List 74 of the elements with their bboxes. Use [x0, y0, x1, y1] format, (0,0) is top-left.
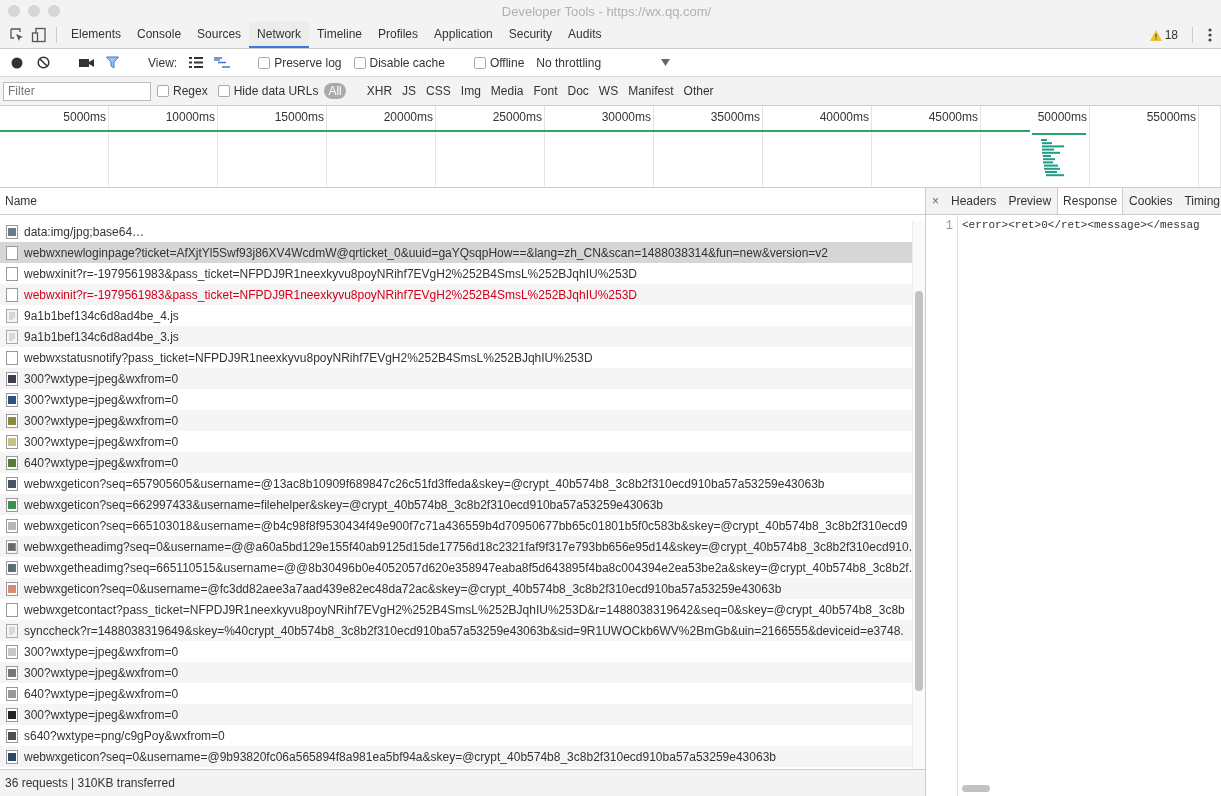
- checkbox[interactable]: Hide data URLs: [213, 84, 323, 98]
- panel-tab[interactable]: Sources: [189, 22, 250, 48]
- request-row[interactable]: webwxgeticon?seq=662997433&username=filehelper&skey=@crypt_40b574b8_3c8b2f310ecd910ba57a53259e43063b: [0, 494, 912, 515]
- type-filter[interactable]: Img: [456, 83, 485, 99]
- checkbox[interactable]: Preserve log: [254, 55, 346, 70]
- detail-tab[interactable]: Timing: [1178, 188, 1221, 214]
- panel-tab[interactable]: Audits: [560, 22, 610, 48]
- filter-field[interactable]: Filter: [3, 81, 151, 101]
- time-tick: 55000ms: [1146, 110, 1196, 124]
- document-icon: [6, 602, 18, 617]
- detail-tab[interactable]: Cookies: [1123, 188, 1179, 214]
- type-filter[interactable]: Manifest: [624, 83, 678, 99]
- panel-tab[interactable]: Profiles: [370, 22, 427, 48]
- request-row[interactable]: webwxnewloginpage?ticket=AfXjtYl5Swf93j86XV4WcdmW@qrticket_0&uuid=gaYQsqpHow==&lang=zh_CN&scan=1488038314&fun=new&version=v2: [0, 242, 912, 263]
- panel-tab[interactable]: Timeline: [309, 22, 370, 48]
- throttling-dropdown[interactable]: No throttling: [532, 55, 675, 70]
- script-file-icon: [6, 623, 18, 638]
- type-filter[interactable]: Other: [679, 83, 718, 99]
- warning-icon[interactable]: [1149, 29, 1162, 41]
- panel-tab[interactable]: Application: [426, 22, 501, 48]
- document-icon: [6, 350, 18, 365]
- time-tick: 20000ms: [383, 110, 433, 124]
- panel-tab[interactable]: Console: [129, 22, 190, 48]
- type-filter[interactable]: WS: [594, 83, 623, 99]
- request-row[interactable]: 300?wxtype=jpeg&wxfrom=0: [0, 704, 912, 725]
- document-icon: [6, 245, 18, 260]
- time-tick: 30000ms: [601, 110, 651, 124]
- panel-tab[interactable]: Security: [500, 22, 561, 48]
- time-tick: 35000ms: [710, 110, 760, 124]
- type-filter[interactable]: Media: [486, 83, 528, 99]
- checkbox[interactable]: Disable cache: [349, 55, 449, 70]
- time-tick: 40000ms: [819, 110, 869, 124]
- scrollbar[interactable]: [912, 221, 925, 769]
- close-icon[interactable]: ×: [926, 188, 945, 214]
- detail-tab[interactable]: Headers: [945, 188, 1003, 214]
- request-row[interactable]: synccheck?r=1488038319649&skey=%40crypt_40b574b8_3c8b2f310ecd910ba57a53259e43063b&sid=9R1UWOCkb6WV%2BmGb&uin=2166555&deviceid=e3748.: [0, 620, 912, 641]
- time-tick: 15000ms: [274, 110, 324, 124]
- type-filter[interactable]: XHR: [362, 83, 397, 99]
- request-row[interactable]: webwxinit?r=-1979561983&pass_ticket=NFPDJ9R1neexkyvu8poyNRihf7EVgH2%252B4SmsL%252BJqhIU%253D: [0, 284, 912, 305]
- time-tick: 5000ms: [63, 110, 106, 124]
- warning-count[interactable]: 18: [1164, 28, 1178, 42]
- request-row[interactable]: 300?wxtype=jpeg&wxfrom=0: [0, 662, 912, 683]
- checkbox[interactable]: Offline: [469, 55, 529, 70]
- type-filter[interactable]: Font: [529, 83, 562, 99]
- time-tick: 45000ms: [928, 110, 978, 124]
- view-label: View:: [147, 55, 179, 70]
- request-row[interactable]: 300?wxtype=jpeg&wxfrom=0: [0, 368, 912, 389]
- time-tick: 50000ms: [1037, 110, 1087, 124]
- panel-tab[interactable]: Elements: [63, 22, 130, 48]
- document-icon: [6, 266, 18, 281]
- request-row[interactable]: 640?wxtype=jpeg&wxfrom=0: [0, 452, 912, 473]
- request-row[interactable]: 300?wxtype=jpeg&wxfrom=0: [0, 410, 912, 431]
- document-icon: [6, 287, 18, 302]
- type-filter[interactable]: CSS: [422, 83, 455, 99]
- scrollbar[interactable]: [962, 785, 990, 792]
- checkbox[interactable]: Regex: [153, 84, 212, 98]
- time-tick: 25000ms: [492, 110, 542, 124]
- request-row[interactable]: 9a1b1bef134c6d8ad4be_3.js: [0, 326, 912, 347]
- request-row[interactable]: webwxgetheadimg?seq=0&username=@@a60a5bd129e155f40ab9125d15de17756d18c2321faf9f317e793bb656e95d14&skey=@crypt_40b574b8_3c8b2f310ecd910.: [0, 536, 912, 557]
- detail-tab[interactable]: Response: [1057, 188, 1124, 214]
- type-filter[interactable]: Doc: [563, 83, 593, 99]
- panel-tab[interactable]: Network: [249, 22, 310, 48]
- request-row[interactable]: webwxgeticon?seq=0&username=@9b93820fc06a565894f8a981ea5bf94a&skey=@crypt_40b574b8_3c8b2f310ecd910ba57a53259e43063b: [0, 746, 912, 767]
- type-filter[interactable]: JS: [398, 83, 421, 99]
- script-file-icon: [6, 308, 18, 323]
- line-number: 1: [944, 219, 954, 235]
- script-file-icon: [6, 329, 18, 344]
- window-title: Developer Tools - https://wx.qq.com/: [501, 3, 712, 19]
- time-tick: 10000ms: [165, 110, 215, 124]
- caret-icon[interactable]: [661, 59, 671, 66]
- status-bar: 36 requests | 310KB transferred: [0, 769, 925, 796]
- code-line: <error><ret>0</ret><message></messag: [962, 219, 1201, 233]
- request-row[interactable]: webwxgeticon?seq=0&username=@fc3dd82aee3a7aad439e82ec48da72ac&skey=@crypt_40b574b8_3c8b2f310ecd910ba57a53259e43063b: [0, 578, 912, 599]
- detail-tab[interactable]: Preview: [1002, 188, 1058, 214]
